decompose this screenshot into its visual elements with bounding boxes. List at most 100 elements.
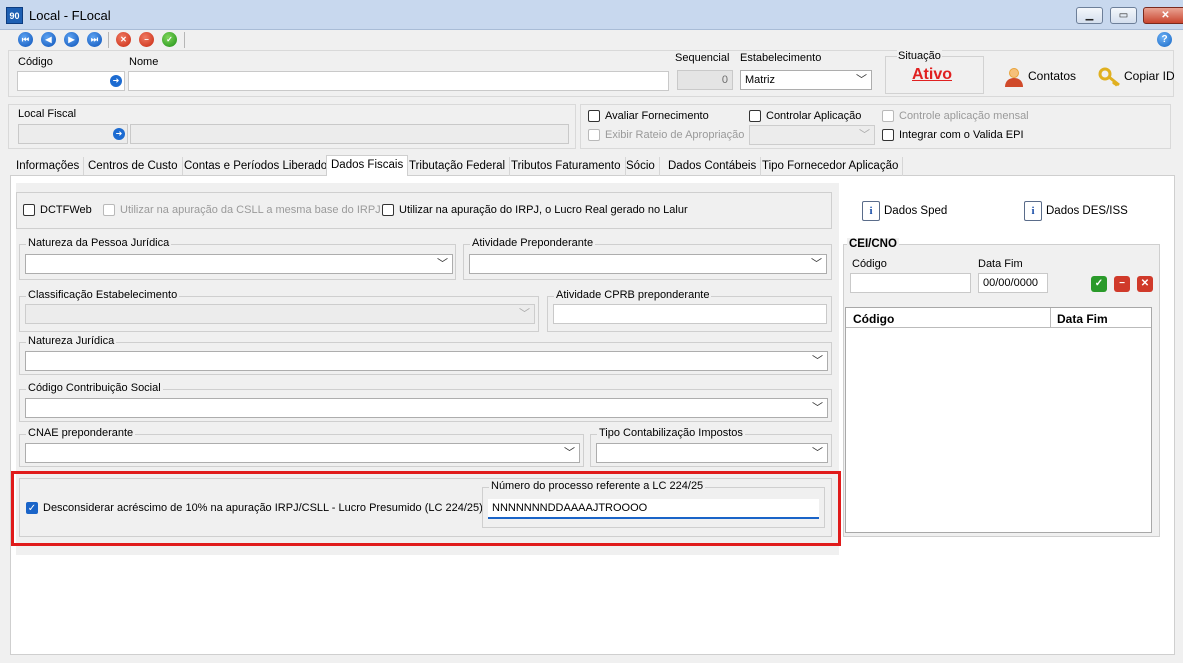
tab-dados-contabeis[interactable]: Dados Contábeis [664,157,762,176]
help-icon[interactable]: ? [1157,32,1172,47]
classificacao-label: Classificação Estabelecimento [26,289,180,301]
avaliar-fornecimento-checkbox[interactable] [588,110,600,122]
controlar-aplicacao-checkbox[interactable] [749,110,761,122]
estabelecimento-select[interactable]: Matriz ﹀ [740,70,872,90]
rateio-select[interactable]: ﹀ [749,125,875,145]
natureza-pj-label: Natureza da Pessoa Jurídica [26,237,172,249]
title-bar [0,0,1183,30]
tipo-contabilizacao-label: Tipo Contabilização Impostos [597,427,745,439]
first-record-icon[interactable]: ⏮ [18,32,33,47]
tab-contas-periodos[interactable]: Contas e Períodos Liberados [180,157,338,176]
delete-icon[interactable]: − [139,32,154,47]
nome-label: Nome [129,56,159,68]
estabelecimento-label: Estabelecimento [740,52,822,64]
minimize-button[interactable]: ▁ [1076,7,1103,24]
tab-tributos-faturamento[interactable]: Tributos Faturamento [507,157,626,176]
codigo-contribuicao-label: Código Contribuição Social [26,382,163,394]
window-title: Local - FLocal [29,8,111,23]
atividade-preponderante-select[interactable]: ﹀ [469,254,827,274]
close-button[interactable]: ✕ [1143,7,1183,24]
maximize-button[interactable]: ▭ [1110,7,1137,24]
integrar-valida-epi-label: Integrar com o Valida EPI [899,129,1024,141]
cancel-icon[interactable]: ✕ [1137,276,1153,292]
atividade-cprb-input[interactable] [553,304,827,324]
atividade-preponderante-label: Atividade Preponderante [470,237,596,249]
integrar-valida-epi-checkbox[interactable] [882,129,894,141]
local-fiscal-label: Local Fiscal [18,108,77,120]
next-record-icon[interactable]: ▶ [64,32,79,47]
tab-tributacao-federal[interactable]: Tributação Federal [405,157,511,176]
remove-icon[interactable]: − [1114,276,1130,292]
sequencial-value: 0 [677,70,733,90]
last-record-icon[interactable]: ⏭ [87,32,102,47]
tab-informacoes[interactable]: Informações [12,157,85,176]
exibir-rateio-checkbox[interactable] [588,129,600,141]
local-fiscal-name-input [130,124,569,144]
tab-socio[interactable]: Sócio [622,157,660,176]
classificacao-select[interactable]: ﹀ [25,304,535,324]
utilizar-csll-checkbox[interactable] [103,204,115,216]
chevron-down-icon: ﹀ [812,402,823,414]
desconsiderar-label: Desconsiderar acréscimo de 10% na apuraç… [43,502,483,514]
grid-column-codigo[interactable]: Código [853,312,894,326]
dados-des-iss-button[interactable]: Dados DES/ISS [1046,205,1128,217]
cei-codigo-input[interactable] [850,273,971,293]
situacao-status: Ativo [912,66,952,83]
natureza-juridica-label: Natureza Jurídica [26,335,117,347]
cei-data-fim-label: Data Fim [978,258,1023,270]
info-document-icon[interactable]: i [862,201,880,221]
atividade-cprb-label: Atividade CPRB preponderante [554,289,712,301]
codigo-label: Código [18,56,53,68]
cnae-select[interactable]: ﹀ [25,443,580,463]
controle-aplicacao-mensal-label: Controle aplicação mensal [899,110,1029,122]
chevron-down-icon: ﹀ [812,447,823,459]
codigo-input[interactable] [17,71,125,91]
codigo-contribuicao-select[interactable]: ﹀ [25,398,828,418]
info-document-icon[interactable]: i [1024,201,1042,221]
grid-column-data-fim[interactable]: Data Fim [1057,312,1108,326]
cnae-label: CNAE preponderante [26,427,136,439]
nome-input[interactable] [128,71,669,91]
key-icon[interactable] [1098,66,1122,88]
dctfweb-label: DCTFWeb [40,204,92,216]
controle-aplicacao-mensal-checkbox[interactable] [882,110,894,122]
tab-centros-de-custo[interactable]: Centros de Custo [84,157,183,176]
utilizar-irpj-checkbox[interactable] [382,204,394,216]
tipo-contabilizacao-select[interactable]: ﹀ [596,443,828,463]
desconsiderar-checkbox[interactable]: ✓ [26,502,38,514]
cancel-icon[interactable]: ✕ [116,32,131,47]
chevron-down-icon: ﹀ [564,447,575,459]
copiar-id-button[interactable]: Copiar ID [1124,69,1175,83]
numero-processo-label: Número do processo referente a LC 224/25 [489,480,706,492]
tab-dados-fiscais[interactable]: Dados Fiscais [326,155,409,176]
confirm-icon[interactable]: ✓ [162,32,177,47]
cei-codigo-label: Código [852,258,887,270]
contatos-button[interactable]: Contatos [1028,69,1076,83]
dctfweb-checkbox[interactable] [23,204,35,216]
avaliar-fornecimento-label: Avaliar Fornecimento [605,110,709,122]
confirm-icon[interactable]: ✓ [1091,276,1107,292]
chevron-down-icon: ﹀ [811,258,822,270]
chevron-down-icon: ﹀ [519,308,530,320]
local-fiscal-code-input[interactable] [18,124,128,144]
numero-processo-input[interactable]: NNNNNNNDDAAAAJTROOOO [488,499,819,519]
local-fiscal-lookup-icon[interactable]: ➜ [113,128,125,140]
codigo-lookup-icon[interactable]: ➜ [110,75,122,87]
cei-cno-title: CEI/CNO [847,238,899,250]
natureza-pj-select[interactable]: ﹀ [25,254,453,274]
chevron-down-icon: ﹀ [856,74,867,86]
controlar-aplicacao-label: Controlar Aplicação [766,110,862,122]
natureza-juridica-select[interactable]: ﹀ [25,351,828,371]
cei-cno-grid[interactable] [845,307,1152,533]
toolbar-separator [108,32,109,48]
app-logo-icon: 90 [6,7,23,24]
utilizar-irpj-label: Utilizar na apuração do IRPJ, o Lucro Re… [399,204,688,216]
contacts-icon[interactable] [1003,66,1025,88]
situacao-label: Situação [897,50,942,62]
cei-data-fim-input[interactable]: 00/00/0000 [978,273,1048,293]
dados-sped-button[interactable]: Dados Sped [884,205,947,217]
exibir-rateio-label: Exibir Rateio de Apropriação [605,129,745,141]
tab-tipo-fornecedor-aplicacao[interactable]: Tipo Fornecedor Aplicação [758,157,904,176]
chevron-down-icon: ﹀ [859,129,870,141]
previous-record-icon[interactable]: ◀ [41,32,56,47]
